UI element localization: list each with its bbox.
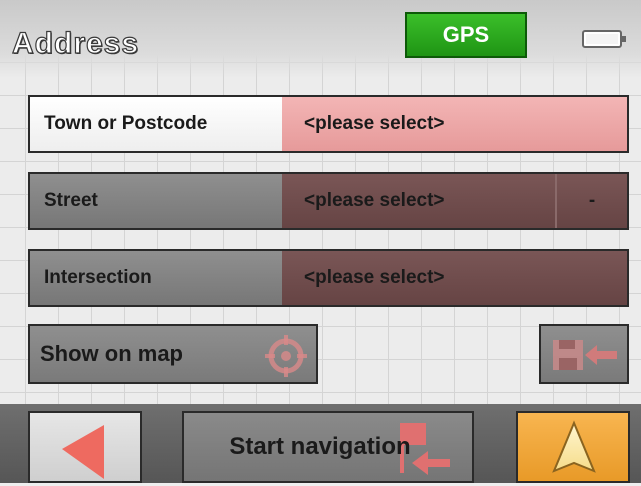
start-navigation-button[interactable]: Start navigation: [182, 411, 474, 483]
back-arrow-icon: [62, 425, 104, 479]
town-postcode-field[interactable]: Town or Postcode <please select>: [28, 95, 629, 153]
intersection-label: Intersection: [30, 251, 282, 305]
town-postcode-value[interactable]: <please select>: [282, 97, 627, 151]
street-number-field[interactable]: -: [555, 174, 627, 228]
street-value-container[interactable]: <please select> -: [282, 174, 627, 228]
intersection-value[interactable]: <please select>: [282, 251, 627, 305]
back-button[interactable]: [28, 411, 142, 483]
save-destination-button[interactable]: [539, 324, 629, 384]
street-field[interactable]: Street <please select> -: [28, 172, 629, 230]
navigation-arrow-icon: [552, 420, 596, 473]
intersection-field[interactable]: Intersection <please select>: [28, 249, 629, 307]
page-title: Address: [11, 26, 140, 60]
town-postcode-label: Town or Postcode: [30, 97, 282, 151]
street-value: <please select>: [304, 190, 445, 211]
show-on-map-button[interactable]: Show on map: [28, 324, 318, 384]
street-label: Street: [30, 174, 282, 228]
navigate-go-button[interactable]: [516, 411, 630, 483]
gps-status-button[interactable]: GPS: [405, 12, 527, 58]
battery-icon: [582, 30, 626, 48]
crosshair-target-icon: [265, 335, 307, 377]
save-destination-icon: [553, 340, 617, 370]
start-navigation-label: Start navigation: [229, 433, 411, 460]
show-on-map-label: Show on map: [40, 341, 183, 366]
